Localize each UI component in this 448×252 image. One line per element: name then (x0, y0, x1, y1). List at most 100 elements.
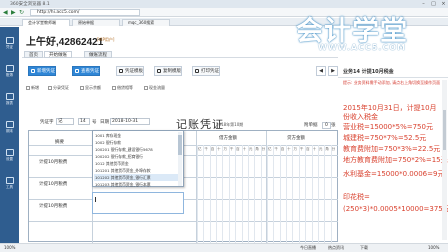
tab-search[interactable]: mqc_360搜索 (122, 19, 170, 26)
option-equal[interactable]: 借贷相等 (112, 84, 133, 92)
tab-teacher[interactable]: 会计学堂教师端 (22, 19, 70, 26)
copy-icon (157, 69, 161, 73)
task-line: 营业税=15000*5%=750元 (343, 123, 433, 131)
voucher-number-label: 号 (92, 120, 97, 125)
digit-divider (317, 145, 319, 243)
digit-divider (216, 145, 218, 243)
digit-divider (203, 145, 205, 243)
task-panel (338, 58, 448, 252)
debit-header: 借方金额 (219, 136, 237, 141)
prev-voucher-button[interactable]: ◀ (316, 66, 326, 76)
gear-icon (5, 149, 14, 156)
voucher-template-button[interactable]: 凭证模板 (116, 66, 144, 76)
task-line: 2015年10月31日，计提10月 (343, 104, 437, 112)
view-voucher-button[interactable]: 查看凭证 (72, 66, 100, 76)
browser-title: 360安全浏览器 8.1 (10, 2, 50, 7)
sidebar-item-ledger[interactable]: 账簿 (0, 63, 19, 81)
back-icon[interactable]: ◀ (3, 9, 10, 16)
digit-divider (324, 145, 326, 243)
voucher-number-input[interactable]: 14 (78, 118, 90, 125)
summary-cell[interactable]: 计提10月税费 (39, 181, 67, 187)
dropdown-scrollbar[interactable] (178, 132, 182, 186)
digit-header: 角 (325, 147, 329, 151)
dropdown-option[interactable]: 100201 银行存款_建设银行5678 (94, 146, 178, 153)
tab-home[interactable]: 首页 (24, 51, 43, 58)
digit-divider (286, 145, 288, 243)
tab-workflow[interactable]: 做账流程 (84, 51, 112, 58)
sidebar-item-tools[interactable]: 工具 (0, 175, 19, 193)
checkbox-icon (112, 86, 116, 90)
tab-documents[interactable]: 原始单据 (72, 19, 120, 26)
status-live[interactable]: 今日直播 (300, 244, 316, 252)
sidebar-item-voucher[interactable]: 凭证 (0, 35, 19, 53)
digit-header: 十 (242, 147, 247, 151)
sidebar-item-settings[interactable]: 设置 (0, 147, 19, 165)
dropdown-option[interactable]: 1001 库存现金 (94, 132, 178, 139)
checkbox-icon (48, 86, 52, 90)
task-heading: 业务14 计提10月税金 (343, 69, 394, 75)
app-sidebar: 凭证 账簿 报表 期末 设置 工具 (0, 27, 19, 252)
dropdown-option[interactable]: 100202 银行存款_招商银行 (94, 153, 178, 160)
tab-start-accounting[interactable]: 开始做账 (44, 51, 72, 58)
digit-divider (311, 145, 313, 243)
digit-divider (247, 145, 249, 243)
sidebar-item-period[interactable]: 期末 (0, 119, 19, 137)
voucher-date-label: 日期 (100, 120, 109, 125)
digit-header: 十 (217, 147, 221, 151)
voucher-date-input[interactable]: 2018-10-31 (110, 118, 150, 125)
print-voucher-button[interactable]: 打印凭证 (192, 66, 220, 76)
option-split[interactable]: 分录凭证 (48, 84, 69, 92)
task-line: 水利基金=15000*0.0006=9元 (343, 170, 445, 178)
minimize-icon[interactable]: – (420, 1, 427, 7)
dropdown-option-selected[interactable]: 101202 其他货币资金_银行汇票 (94, 174, 178, 181)
copy-template-button[interactable]: 复制模版 (154, 66, 182, 76)
panel-scrollbar[interactable] (442, 80, 447, 240)
status-news[interactable]: 热点资讯 (328, 244, 344, 252)
task-line: 城建税=750*7%=52.5元 (343, 134, 427, 142)
digit-divider (298, 145, 300, 243)
account-dropdown[interactable]: 1001 库存现金 1002 银行存款 100201 银行存款_建设银行5678… (92, 130, 184, 187)
task-line: 份收入税金 (343, 113, 378, 121)
digit-header: 分 (261, 147, 266, 151)
report-icon (5, 93, 14, 100)
digit-header: 百 (236, 147, 240, 151)
digit-header: 万 (223, 147, 227, 151)
dropdown-option[interactable]: 101203 其他货币资金_银行本票 (94, 181, 178, 188)
attach-input[interactable]: 0 (322, 122, 331, 129)
digit-divider (228, 145, 230, 243)
dropdown-option[interactable]: 1012 其他货币资金 (94, 160, 178, 167)
dropdown-option[interactable]: 101201 其他货币资金_外埠存款 (94, 167, 178, 174)
account-input[interactable] (92, 192, 184, 214)
browser-titlebar: 360安全浏览器 8.1 – □ × (0, 0, 448, 8)
digit-header: 亿 (268, 147, 272, 151)
next-voucher-button[interactable]: ▶ (328, 66, 338, 76)
page-greeting: 上午好,42862421 (26, 37, 104, 48)
url-input[interactable]: http://hi.acc5.com/ (30, 9, 140, 16)
credit-header: 贷方金额 (287, 136, 305, 141)
ledger-icon (5, 65, 14, 72)
close-icon[interactable]: × (440, 1, 447, 7)
status-zoom[interactable]: 100% (428, 244, 439, 252)
option-new[interactable]: 新增 (26, 84, 39, 92)
attach-label: 附单据 (304, 123, 318, 128)
summary-cell[interactable]: 计提10月税费 (39, 203, 67, 209)
sidebar-item-report[interactable]: 报表 (0, 91, 19, 109)
vip-badge: [VIP用户] (97, 37, 115, 42)
add-voucher-button[interactable]: 新增凭证 (28, 66, 56, 76)
status-download[interactable]: 下载 (360, 244, 368, 252)
digit-header: 百 (280, 147, 285, 151)
scroll-thumb[interactable] (178, 135, 182, 155)
summary-cell[interactable]: 计提10月税费 (39, 159, 67, 165)
scroll-thumb[interactable] (443, 110, 446, 150)
voucher-word-select[interactable]: 记 (56, 118, 74, 125)
digit-header: 分 (331, 147, 336, 151)
option-cashflow[interactable]: 现金流量 (144, 84, 165, 92)
dropdown-option[interactable]: 1002 银行存款 (94, 139, 178, 146)
digit-header: 千 (299, 147, 304, 151)
option-balance[interactable]: 显示余额 (80, 84, 101, 92)
digit-header: 元 (248, 147, 253, 151)
task-line: (250*3)*0.0005*10000=375元 (343, 205, 448, 213)
refresh-icon[interactable]: ↻ (19, 9, 26, 16)
forward-icon[interactable]: ▶ (11, 9, 18, 16)
maximize-icon[interactable]: □ (430, 1, 437, 7)
